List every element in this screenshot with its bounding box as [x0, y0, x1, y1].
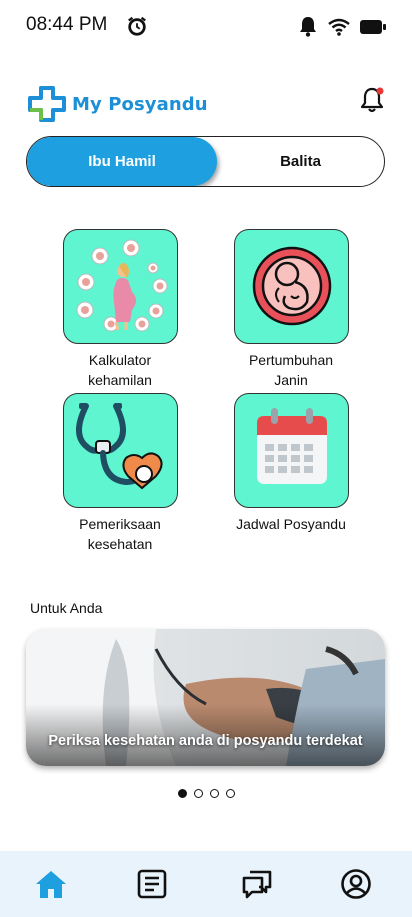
carousel-dot[interactable] — [178, 789, 187, 798]
carousel-dot[interactable] — [226, 789, 235, 798]
carousel-dot[interactable] — [210, 789, 219, 798]
category-tabs: Ibu Hamil Balita — [26, 136, 385, 187]
article-icon — [137, 869, 167, 899]
nav-articles[interactable] — [135, 867, 169, 901]
menu-label: Jadwal Posyandu — [236, 516, 346, 532]
menu-label: Kalkulator kehamilan — [88, 352, 152, 388]
tab-ibu-hamil[interactable]: Ibu Hamil — [27, 137, 217, 186]
status-time: 08:44 PM — [26, 14, 108, 35]
nav-profile[interactable] — [339, 867, 373, 901]
banner-caption: Periksa kesehatan anda di posyandu terde… — [48, 733, 363, 749]
medical-cross-icon — [28, 86, 66, 122]
status-bar: 08:44 PM — [0, 0, 412, 54]
nav-chat[interactable] — [240, 867, 274, 901]
menu-kalkulator-kehamilan[interactable]: Kalkulator kehamilan — [45, 229, 195, 390]
wifi-icon — [328, 18, 350, 36]
calendar-icon — [233, 393, 349, 508]
stethoscope-icon — [62, 393, 178, 508]
pregnancy-calculator-icon — [62, 229, 178, 344]
alarm-icon — [128, 16, 146, 36]
app-header: My Posyandu — [28, 86, 388, 126]
menu-label: Pemeriksaan kesehatan — [79, 516, 161, 552]
menu-jadwal-posyandu[interactable]: Jadwal Posyandu — [216, 393, 366, 534]
battery-icon — [360, 19, 386, 34]
notification-bell-icon[interactable] — [358, 86, 386, 114]
fetus-icon — [233, 229, 349, 344]
chat-icon — [242, 870, 272, 899]
notification-bell-icon — [300, 17, 316, 37]
bottom-nav — [0, 851, 412, 917]
menu-pemeriksaan-kesehatan[interactable]: Pemeriksaan kesehatan — [45, 393, 195, 554]
section-title: Untuk Anda — [30, 600, 103, 616]
home-icon — [36, 871, 66, 898]
menu-pertumbuhan-janin[interactable]: Pertumbuhan Janin — [216, 229, 366, 390]
app-name: My Posyandu — [72, 93, 208, 115]
app-logo: My Posyandu — [28, 86, 208, 122]
carousel-indicator — [178, 789, 235, 798]
nav-home[interactable] — [34, 867, 68, 901]
menu-label: Pertumbuhan Janin — [248, 352, 334, 388]
promo-banner[interactable]: Periksa kesehatan anda di posyandu terde… — [26, 629, 385, 766]
profile-icon — [341, 869, 371, 899]
carousel-dot[interactable] — [194, 789, 203, 798]
tab-balita[interactable]: Balita — [217, 137, 384, 186]
